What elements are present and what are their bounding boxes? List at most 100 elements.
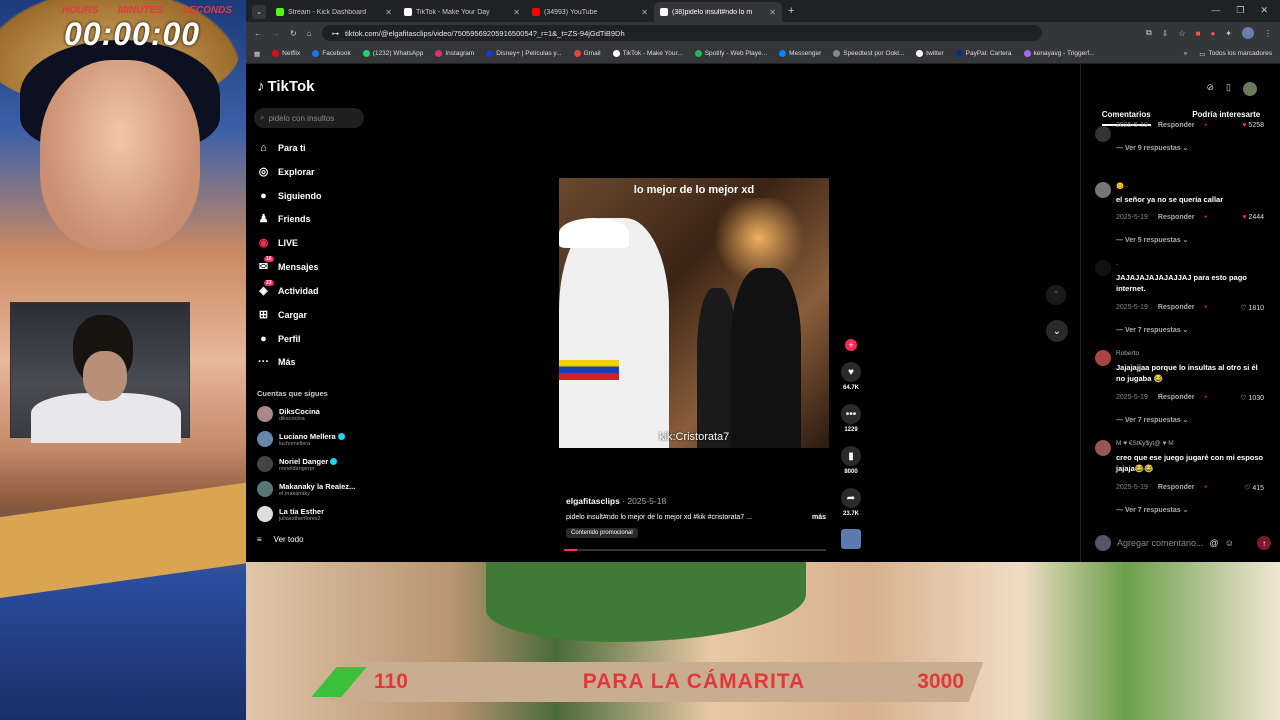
reply-button[interactable]: Responder [1158,484,1195,492]
install-icon[interactable]: ⇩ [1162,29,1169,38]
save-button[interactable]: ▮ 8000 [836,446,866,475]
avatar[interactable] [1095,260,1111,276]
next-video-button[interactable]: ⌄ [1046,320,1068,342]
see-all-link[interactable]: ≡ Ver todo [257,535,303,544]
view-replies-button[interactable]: — Ver 9 respuestas ⌄ [1116,144,1188,152]
bookmark-whatsapp[interactable]: (1232) WhatsApp [362,50,423,57]
close-icon[interactable]: ✕ [513,8,520,17]
bookmark-netflix[interactable]: Netflix [272,50,300,57]
close-icon[interactable]: ✕ [769,8,776,17]
like-button[interactable]: ♥ 64.7K [836,362,866,391]
bookmark-star-icon[interactable]: ☆ [1178,29,1185,38]
following-account[interactable]: Luciano Mellera luchomellera [257,431,345,447]
close-window-icon[interactable]: ✕ [1260,5,1268,16]
view-replies-button[interactable]: — Ver 7 respuestas ⌄ [1116,326,1188,334]
translate-icon[interactable]: ⧉ [1146,28,1152,38]
forward-icon[interactable]: → [272,29,280,38]
sidebar-item-profile[interactable]: ● Perfil [257,332,300,345]
search-input[interactable]: ⌕ pidelo con insultos [254,108,364,128]
sidebar-item-more[interactable]: ··· Más [257,355,296,368]
comment-like-button[interactable]: ♡ 1030 [1240,394,1264,402]
reply-button[interactable]: Responder [1158,304,1195,312]
url-field[interactable]: ⊶ tiktok.com/@elgafitasclips/video/750595… [321,25,1042,41]
close-icon[interactable]: ✕ [641,8,648,17]
view-replies-button[interactable]: — Ver 5 respuestas ⌄ [1116,236,1188,244]
extension-icon[interactable]: ● [1210,29,1215,38]
menu-dots-icon[interactable]: ⋮ [1264,29,1272,38]
sidebar-item-upload[interactable]: ⊞ Cargar [257,308,307,321]
reply-button[interactable]: Responder [1158,394,1195,402]
bookmark-gmail[interactable]: Gmail [573,50,601,57]
send-icon[interactable]: ↑ [1257,536,1271,550]
tab-tiktok[interactable]: TikTok - Make Your Day ✕ [398,2,526,22]
comment-like-button[interactable]: ♥ 5258 [1242,122,1264,129]
comment-username[interactable]: M ♥ €St€y$yt@ ♥ M [1116,440,1174,447]
share-button[interactable]: ➦ 23.7K [836,488,866,517]
mention-icon[interactable]: @ [1210,538,1219,548]
avatar[interactable] [1095,182,1111,198]
follow-button[interactable]: + [836,339,866,351]
compass-icon[interactable]: ⊘ [1207,82,1215,96]
bookmark-spotify[interactable]: Spotify - Web Playe... [694,50,767,57]
close-icon[interactable]: ✕ [385,8,392,17]
avatar[interactable] [1095,440,1111,456]
reply-button[interactable]: Responder [1158,122,1195,129]
more-link[interactable]: más [812,514,826,521]
tab-youtube[interactable]: (34993) YouTube ✕ [526,2,654,22]
sidebar-item-friends[interactable]: ♟ Friends [257,212,311,225]
profile-avatar-icon[interactable] [1242,27,1254,39]
back-icon[interactable]: ← [254,29,262,38]
bookmark-facebook[interactable]: Facebook [312,50,351,57]
all-bookmarks[interactable]: ▭ Todos los marcadores [1199,50,1272,58]
following-account[interactable]: Noriel Danger norieldangerpr [257,456,338,472]
phone-icon[interactable]: ▯ [1226,82,1231,96]
view-replies-button[interactable]: — Ver 7 respuestas ⌄ [1116,416,1188,424]
bookmark-tiktok[interactable]: TikTok - Make Your... [612,50,683,57]
avatar[interactable] [1095,350,1111,366]
comment-input[interactable]: Agregar comentario... @ ☺ ↑ [1095,535,1271,551]
bookmark-disney[interactable]: Disney+ | Películas y... [486,50,562,57]
avatar[interactable] [1095,126,1111,142]
view-replies-button[interactable]: — Ver 7 respuestas ⌄ [1116,506,1188,514]
comment-username[interactable]: . [1116,260,1118,267]
tab-search-icon[interactable]: ⌄ [252,5,266,19]
comment-like-button[interactable]: ♡ 415 [1244,484,1264,492]
comment-like-button[interactable]: ♡ 1810 [1240,304,1264,312]
sidebar-item-messages[interactable]: ✉ 16 Mensajes [257,256,319,273]
following-account[interactable]: La tía Esther juliaestherflores2 [257,506,324,522]
tiktok-logo[interactable]: ♪ TikTok [257,78,314,95]
new-tab-icon[interactable]: + [788,5,794,17]
sidebar-item-live[interactable]: ◉ LIVE [257,236,298,249]
following-account[interactable]: DiksCocina dikscocina [257,406,320,422]
comment-like-button[interactable]: ♥ 2444 [1242,214,1264,221]
previous-video-button[interactable]: ⌃ [1046,285,1066,305]
tab-kick[interactable]: Stream - Kick Dashboard ✕ [270,2,398,22]
sidebar-item-home[interactable]: ⌂ Para ti [257,141,305,154]
bookmarks-overflow-icon[interactable]: » [1184,50,1188,57]
reload-icon[interactable]: ↻ [290,29,297,38]
extension-icon[interactable]: ■ [1196,29,1201,38]
bookmark-paypal[interactable]: PayPal: Cartera [955,50,1012,57]
minimize-icon[interactable]: — [1211,5,1220,16]
emoji-icon[interactable]: ☺ [1225,538,1234,548]
video-author[interactable]: elgafitasclips · 2025-5-18 [566,496,826,506]
bookmark-instagram[interactable]: Instagram [435,50,474,57]
bookmark-twitter[interactable]: twitter [916,50,944,57]
comment-button[interactable]: ••• 1229 [836,404,866,433]
comment-username[interactable]: Roberto [1116,350,1139,357]
video-player[interactable] [559,178,829,448]
sound-button[interactable] [836,529,866,549]
maximize-icon[interactable]: ❐ [1236,5,1244,16]
avatar[interactable] [1243,82,1257,96]
video-progress-bar[interactable] [564,549,826,551]
bookmark-messenger[interactable]: Messenger [779,50,821,57]
bookmark-triggerfyre[interactable]: kenayavg - Triggerf... [1023,50,1095,57]
sidebar-item-following[interactable]: ● Siguiendo [257,189,321,202]
comment-username[interactable]: 😊 · [1116,182,1128,190]
reply-button[interactable]: Responder [1158,214,1195,221]
apps-icon[interactable]: ▦ [254,50,260,58]
sidebar-item-compass[interactable]: ◎ Explorar [257,165,315,178]
bookmark-speedtest[interactable]: Speedtest por Ookl... [833,50,904,57]
tab-tiktok-video[interactable]: (38)pidelo insult#ndo lo m ✕ [654,2,782,22]
site-info-icon[interactable]: ⊶ [332,29,340,38]
